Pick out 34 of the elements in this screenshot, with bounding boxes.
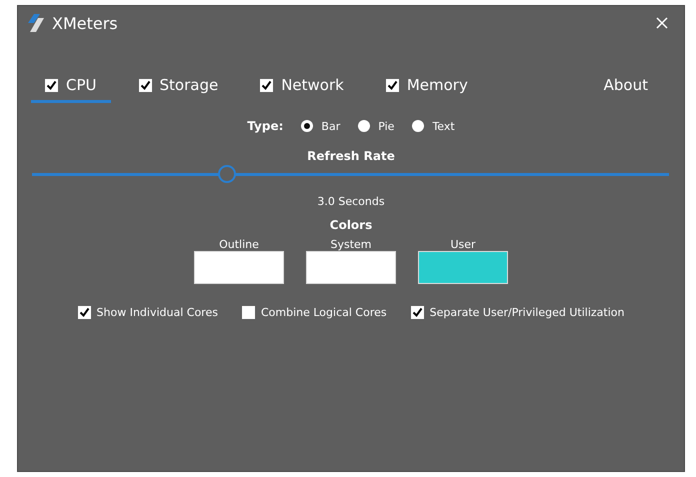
option-label: Separate User/Privileged Utilization xyxy=(430,306,624,319)
checkbox[interactable] xyxy=(386,78,399,92)
checkbox[interactable] xyxy=(242,306,255,319)
refresh-rate-reading: 3.0 Seconds xyxy=(317,195,385,208)
radio-button[interactable] xyxy=(358,120,370,132)
type-label: Type: xyxy=(247,119,284,133)
radio-label: Pie xyxy=(378,120,394,132)
color-swatch[interactable] xyxy=(418,251,508,284)
checkbox[interactable] xyxy=(260,78,274,92)
checkbox[interactable] xyxy=(78,306,91,319)
tab[interactable]: Network xyxy=(246,76,358,103)
checkbox[interactable] xyxy=(45,78,58,92)
swatch-label: System xyxy=(330,238,372,251)
radio-button[interactable] xyxy=(301,120,314,132)
color-swatch[interactable] xyxy=(194,251,284,284)
color-swatch[interactable] xyxy=(306,251,396,284)
radio-label: Bar xyxy=(321,120,340,132)
tab[interactable]: CPU xyxy=(31,76,110,103)
radio-label: Text xyxy=(432,120,455,132)
close-icon[interactable] xyxy=(656,17,668,29)
slider-thumb[interactable] xyxy=(218,165,236,183)
option-label: Combine Logical Cores xyxy=(260,306,387,319)
swatch-label: User xyxy=(450,238,476,251)
window-title: XMeters xyxy=(52,14,119,32)
checkbox[interactable] xyxy=(138,78,152,92)
colors-label: Colors xyxy=(330,218,372,232)
refresh-rate-label: Refresh Rate xyxy=(307,149,395,163)
tab[interactable]: Storage xyxy=(124,76,232,103)
radio-button[interactable] xyxy=(412,120,424,132)
checkbox[interactable] xyxy=(410,306,424,319)
option-label: Show Individual Cores xyxy=(96,306,218,319)
tab[interactable]: Memory xyxy=(372,76,482,103)
about-link[interactable]: About xyxy=(604,76,648,103)
swatch-label: Outline xyxy=(219,238,259,251)
